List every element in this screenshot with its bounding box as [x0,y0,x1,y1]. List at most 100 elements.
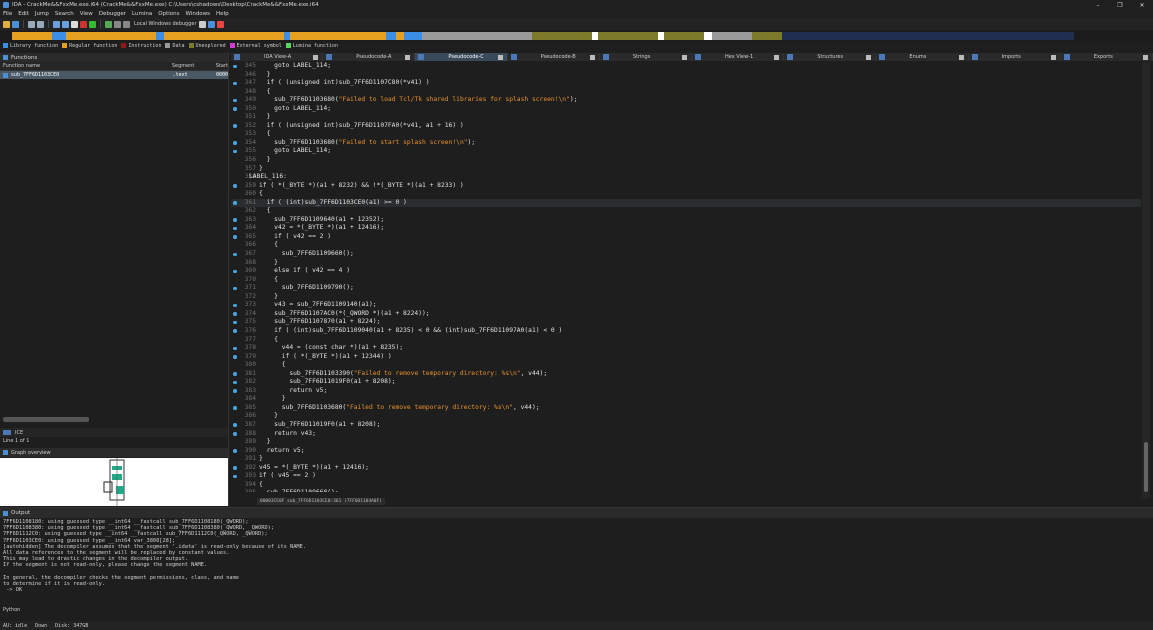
tab-pseudocode-a[interactable]: Pseudocode-A [323,53,416,61]
close-tab-icon[interactable] [958,54,964,60]
breakpoint-icon[interactable] [80,20,87,28]
breakpoint-dot-icon[interactable] [233,124,237,128]
save-icon[interactable] [12,20,19,28]
code-line[interactable]: 385 sub_7FF6D1103680("Failed to remove t… [231,404,1141,413]
code-line[interactable]: 362 { [231,207,1141,216]
code-line[interactable]: 392 v45 = *(_BYTE *)(a1 + 12416); [231,464,1141,473]
code-line[interactable]: 364 v42 = *(_BYTE *)(a1 + 12416); [231,224,1141,233]
code-line[interactable]: 369 else if ( v42 == 4 ) [231,267,1141,276]
code-line[interactable]: 359 if ( *(_BYTE *)(a1 + 8232) && !*(_BYT… [231,182,1141,191]
code-line[interactable]: 368 } [231,259,1141,268]
highlight-icon[interactable] [216,20,224,28]
breakpoint-dot-icon[interactable] [233,64,237,68]
python-label[interactable]: Python [3,607,20,613]
breakpoint-dot-icon[interactable] [233,303,237,308]
code-line[interactable]: 388 return v43; [231,430,1141,439]
breakpoint-dot-icon[interactable] [233,81,237,86]
tab-structures[interactable]: Structures [784,53,877,61]
close-tab-icon[interactable] [589,54,595,60]
code-line[interactable]: 372 } [231,293,1141,302]
code-line[interactable]: 380 { [231,361,1141,370]
code-line[interactable]: 370 { [231,276,1141,285]
breakpoint-dot-icon[interactable] [233,98,237,103]
code-line[interactable]: 349 sub_7FF6D1103680("Failed to load Tcl… [231,96,1141,105]
breakpoint-dot-icon[interactable] [233,380,237,385]
menu-item-windows[interactable]: Windows [185,11,210,17]
run-icon[interactable] [89,20,96,28]
breakpoint-dot-icon[interactable] [233,432,237,436]
code-line[interactable]: 350 goto LABEL_114; [231,105,1141,114]
navigation-strip[interactable] [12,32,1074,40]
debugger-select[interactable]: Local Windows debugger [134,21,197,27]
code-scrollbar-thumb[interactable] [1144,442,1148,492]
tab-imports[interactable]: Imports [968,53,1061,61]
breakpoint-dot-icon[interactable] [233,201,237,205]
tab-enums[interactable]: Enums [876,53,969,61]
code-line[interactable]: 371 sub_7FF6D1109790(); [231,284,1141,293]
tab-pseudocode-b[interactable]: Pseudocode-B [507,53,600,61]
menu-item-search[interactable]: Search [55,11,74,17]
close-tab-icon[interactable] [405,54,411,60]
code-line[interactable]: 395 sub_7FF6D1109660(); [231,489,1141,492]
breakpoint-dot-icon[interactable] [233,406,237,410]
open-icon[interactable] [3,20,10,28]
code-line[interactable]: 358 LABEL_116: [231,173,1141,182]
col-function-name[interactable]: Function name [0,63,172,69]
pause-icon[interactable] [114,20,121,28]
breakpoint-dot-icon[interactable] [233,423,237,427]
breakpoint-dot-icon[interactable] [233,449,237,453]
breakpoint-dot-icon[interactable] [233,252,237,257]
code-line[interactable]: 383 return v5; [231,387,1141,396]
back-icon[interactable] [28,20,35,28]
code-line[interactable]: 345 goto LABEL_114; [231,62,1141,71]
code-line[interactable]: 356 } [231,156,1141,165]
functions-scrollbar[interactable] [3,417,89,422]
code-line[interactable]: 394{ [231,481,1141,490]
col-segment[interactable]: Segment [172,63,216,69]
breakpoint-dot-icon[interactable] [233,312,237,316]
col-start[interactable]: Start [216,63,228,69]
tab-ida-view-a[interactable]: IDA View-A [231,53,324,61]
breakpoint-dot-icon[interactable] [233,286,237,291]
code-line[interactable]: 378 v44 = (const char *)(a1 + 8235); [231,344,1141,353]
code-line[interactable]: 373 v43 = sub_7FF6D1109140(a1); [231,301,1141,310]
close-tab-icon[interactable] [1050,54,1056,60]
code-line[interactable]: 360{ [231,190,1141,199]
navigation-band[interactable] [0,31,1153,41]
chevron-down-icon[interactable] [198,20,206,28]
code-line[interactable]: 382 sub_7FF6D11019F0(a1 + 8208); [231,378,1141,387]
graph-overview-canvas[interactable] [0,458,228,506]
breakpoint-dot-icon[interactable] [233,269,237,274]
code-line[interactable]: 352 if ( (unsigned int)sub_7FF6D1107FA0(… [231,122,1141,131]
menu-item-help[interactable]: Help [216,11,229,17]
breakpoint-dot-icon[interactable] [233,372,237,376]
code-line[interactable]: 355 goto LABEL_114; [231,147,1141,156]
menu-item-lumina[interactable]: Lumina [132,11,152,17]
code-line[interactable]: 381 sub_7FF6D1103390("Failed to remove t… [231,370,1141,379]
maximize-icon[interactable]: ❐ [1109,2,1131,9]
breakpoint-dot-icon[interactable] [233,107,237,111]
stop-icon[interactable] [123,20,130,28]
code-line[interactable]: 346 } [231,71,1141,80]
menu-item-debugger[interactable]: Debugger [99,11,126,17]
breakpoint-dot-icon[interactable] [233,320,237,325]
menu-item-edit[interactable]: Edit [18,11,29,17]
code-line[interactable]: 361 if ( (int)sub_7FF6D1103CE0(a1) >= 0 … [231,198,1141,208]
close-tab-icon[interactable] [682,54,688,60]
code-line[interactable]: 391} [231,455,1141,464]
breakpoint-dot-icon[interactable] [233,149,237,154]
forward-icon[interactable] [37,20,44,28]
tab-pseudocode-c[interactable]: Pseudocode-C [415,53,508,61]
breakpoint-dot-icon[interactable] [233,474,237,479]
code-icon[interactable] [53,20,60,28]
code-line[interactable]: 351 } [231,113,1141,122]
code-line[interactable]: 357} [231,165,1141,174]
close-tab-icon[interactable] [774,54,780,60]
lumina-icon[interactable] [207,20,215,28]
code-line[interactable]: 363 sub_7FF6D1109640(a1 + 12352); [231,216,1141,225]
breakpoint-dot-icon[interactable] [233,226,237,231]
text-icon[interactable] [71,20,78,28]
code-line[interactable]: 389 } [231,438,1141,447]
code-line[interactable]: 387 sub_7FF6D11019F0(a1 + 8208); [231,421,1141,430]
tab-strings[interactable]: Strings [599,53,693,61]
